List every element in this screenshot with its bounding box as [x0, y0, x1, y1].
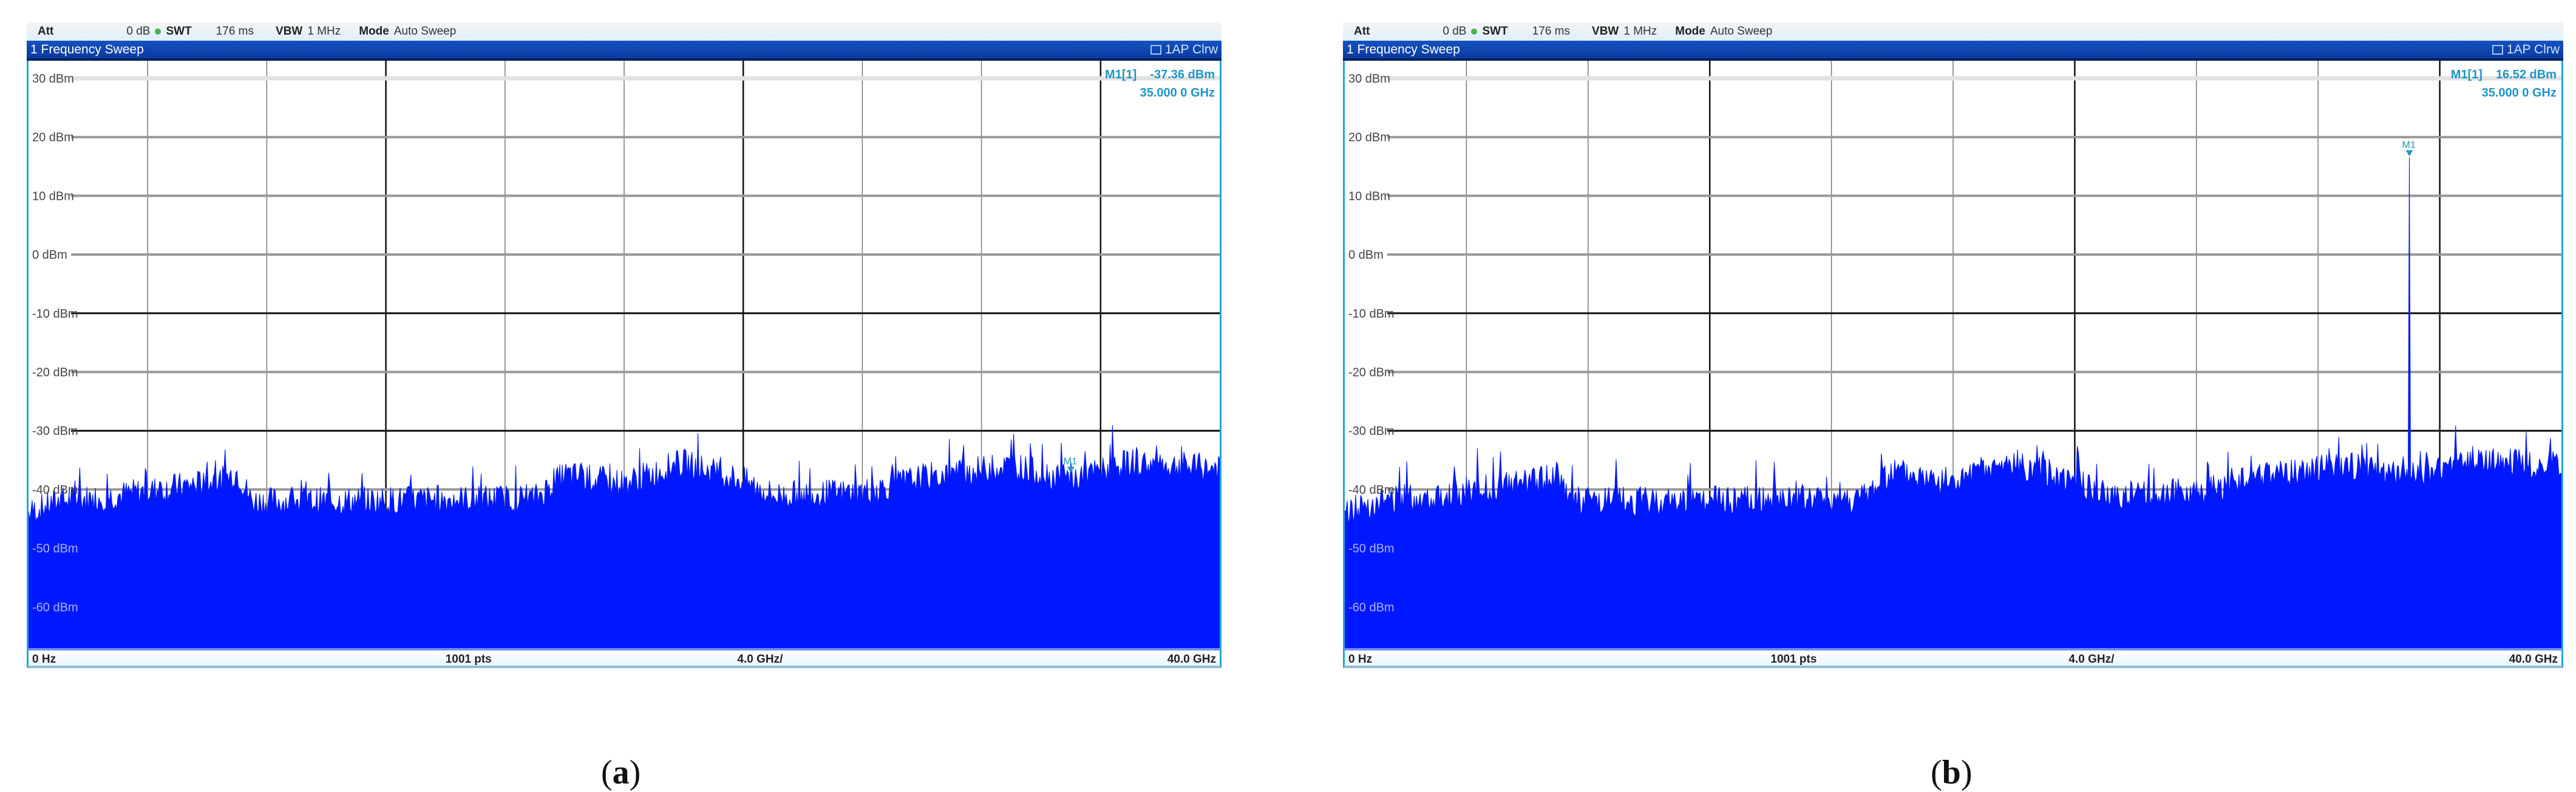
status-dot-icon: [155, 29, 161, 35]
vbw-value: 1 MHz: [1623, 25, 1657, 38]
y-tick-label: -30 dBm: [32, 425, 78, 438]
spectrum-chart: 30 dBm 20 dBm 10 dBm 0 dBm -10 dBm -20 dBm -30…: [29, 61, 1220, 648]
y-tick-label: -10 dBm: [1348, 307, 1395, 321]
stop-frequency: 40.0 GHz: [2509, 653, 2558, 666]
marker-triangle-icon: [2405, 150, 2413, 157]
frequency-span-per-div: 4.0 GHz/: [737, 653, 783, 666]
window-title-bar: 1 Frequency Sweep 1AP Clrw: [1343, 41, 2563, 61]
marker-label: M1: [1064, 456, 1077, 466]
y-tick-label: -40 dBm: [1348, 483, 1395, 497]
vbw-label: VBW: [1592, 25, 1619, 38]
y-tick-label: -60 dBm: [32, 601, 78, 614]
frequency-footer: 0 Hz 1001 pts 4.0 GHz/ 40.0 GHz: [1343, 648, 2563, 668]
marker-readout: M1[1] -37.36 dBm 35.000 0 GHz: [1092, 66, 1215, 102]
swt-value: 176 ms: [1532, 25, 1571, 38]
y-tick-label: 20 dBm: [32, 131, 74, 145]
y-tick-label: -60 dBm: [1348, 601, 1395, 614]
spectrum-panel-b: Att 0 dB SWT 176 ms VBW 1 MHz Mode Auto …: [1343, 22, 2563, 668]
frequency-footer: 0 Hz 1001 pts 4.0 GHz/ 40.0 GHz: [27, 648, 1222, 668]
vbw-value: 1 MHz: [307, 25, 341, 38]
status-dot-icon: [1471, 29, 1478, 35]
y-tick-label: 30 dBm: [1348, 72, 1390, 86]
mode-value: Auto Sweep: [1710, 25, 1773, 38]
y-tick-label: 0 dBm: [1348, 248, 1384, 262]
y-tick-label: 10 dBm: [32, 189, 74, 203]
mode-label: Mode: [359, 25, 389, 38]
caption-b: (b): [1931, 754, 1973, 791]
plot-area[interactable]: 30 dBm 20 dBm 10 dBm 0 dBm -10 dBm -20 dBm -30…: [1343, 61, 2563, 648]
marker-frequency: 35.000 0 GHz: [2481, 86, 2557, 100]
stop-frequency: 40.0 GHz: [1167, 653, 1216, 666]
y-tick-label: -50 dBm: [32, 542, 78, 556]
sweep-points: 1001 pts: [1770, 653, 1817, 666]
y-tick-label: -20 dBm: [1348, 366, 1395, 380]
spectrum-chart: 30 dBm 20 dBm 10 dBm 0 dBm -10 dBm -20 dBm -30…: [1345, 61, 2561, 648]
trace-icon: [2492, 44, 2503, 55]
marker-triangle-icon: [1067, 466, 1075, 473]
swt-label: SWT: [1482, 25, 1508, 38]
window-title: 1 Frequency Sweep: [1347, 42, 1460, 56]
window-title: 1 Frequency Sweep: [30, 42, 144, 56]
marker-readout: M1[1] 16.52 dBm 35.000 0 GHz: [2438, 66, 2557, 102]
settings-bar: Att 0 dB SWT 176 ms VBW 1 MHz Mode Auto …: [27, 22, 1222, 41]
y-tick-label: 0 dBm: [32, 248, 67, 262]
marker-level: 16.52 dBm: [2495, 68, 2557, 81]
mode-value: Auto Sweep: [393, 25, 457, 38]
marker-name: M1[1]: [2450, 68, 2483, 81]
frequency-span-per-div: 4.0 GHz/: [2068, 653, 2115, 666]
att-value: 0 dB: [1443, 25, 1467, 38]
y-tick-label: -20 dBm: [32, 366, 78, 380]
start-frequency: 0 Hz: [32, 653, 56, 666]
swt-value: 176 ms: [216, 25, 254, 38]
att-label: Att: [38, 25, 54, 38]
start-frequency: 0 Hz: [1348, 653, 1373, 666]
trace-icon: [1150, 44, 1161, 55]
caption-a: (a): [601, 754, 641, 791]
sweep-points: 1001 pts: [445, 653, 492, 666]
trace-label: 1AP Clrw: [2506, 42, 2560, 56]
spectrum-panel-a: Att 0 dB SWT 176 ms VBW 1 MHz Mode Auto …: [27, 22, 1222, 668]
y-tick-label: -50 dBm: [1348, 542, 1395, 556]
marker-frequency: 35.000 0 GHz: [1140, 86, 1215, 100]
marker-label: M1: [2402, 140, 2416, 150]
plot-area[interactable]: 30 dBm 20 dBm 10 dBm 0 dBm -10 dBm -20 dBm -30…: [27, 61, 1222, 648]
window-title-bar: 1 Frequency Sweep 1AP Clrw: [27, 41, 1222, 61]
swt-label: SWT: [166, 25, 192, 38]
att-label: Att: [1354, 25, 1370, 38]
vbw-label: VBW: [276, 25, 303, 38]
y-tick-label: 30 dBm: [32, 72, 74, 86]
marker-level: -37.36 dBm: [1150, 68, 1215, 81]
settings-bar: Att 0 dB SWT 176 ms VBW 1 MHz Mode Auto …: [1343, 22, 2563, 41]
marker-name: M1[1]: [1105, 68, 1137, 81]
y-tick-label: -10 dBm: [32, 307, 78, 321]
mode-label: Mode: [1675, 25, 1705, 38]
y-tick-label: 20 dBm: [1348, 131, 1390, 145]
y-tick-label: 10 dBm: [1348, 189, 1390, 203]
trace-label: 1AP Clrw: [1164, 42, 1218, 56]
y-tick-label: -30 dBm: [1348, 425, 1395, 438]
y-tick-label: -40 dBm: [32, 483, 78, 497]
att-value: 0 dB: [126, 25, 151, 38]
